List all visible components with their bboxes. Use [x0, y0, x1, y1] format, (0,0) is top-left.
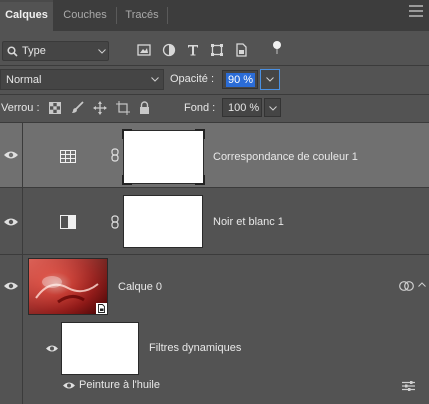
smart-filter-mask-thumbnail[interactable]	[61, 322, 139, 375]
opacity-label: Opacité :	[170, 73, 215, 85]
eye-visibility-icon[interactable]	[3, 217, 19, 227]
tab-separator	[167, 7, 168, 24]
filter-pixel-layer-icon[interactable]	[137, 43, 151, 57]
lock-position-move-icon[interactable]	[93, 101, 107, 115]
lock-artboard-icon[interactable]	[116, 101, 130, 115]
layer-filter-select[interactable]: Type	[2, 41, 109, 61]
chevron-down-icon	[151, 77, 159, 82]
smart-filters-indicator-icon[interactable]	[399, 280, 415, 292]
tab-calques[interactable]: Calques	[0, 0, 53, 31]
black-white-adjustment-icon	[60, 215, 76, 229]
layer-row-calque-0[interactable]: Calque 0 Filtres dynamiques Peinture à l…	[0, 255, 429, 404]
divider	[0, 65, 429, 66]
eye-visibility-icon[interactable]	[45, 344, 61, 354]
eye-visibility-icon[interactable]	[3, 150, 19, 160]
fill-input[interactable]: 100 %	[222, 98, 262, 117]
layer-name[interactable]: Calque 0	[118, 281, 162, 293]
filter-adjustment-layer-icon[interactable]	[162, 43, 176, 57]
tab-couches[interactable]: Couches	[54, 0, 116, 31]
layer-mask-thumbnail[interactable]	[122, 129, 205, 185]
opacity-dropdown-button[interactable]	[260, 69, 280, 90]
fill-label: Fond :	[184, 102, 216, 114]
color-lookup-grid-icon	[60, 150, 76, 163]
divider	[0, 94, 429, 95]
opacity-value: 90 %	[226, 73, 256, 87]
eye-visibility-icon[interactable]	[62, 381, 78, 391]
smart-filters-label[interactable]: Filtres dynamiques	[149, 342, 241, 354]
filter-shape-layer-icon[interactable]	[210, 43, 224, 57]
filter-smart-object-icon[interactable]	[234, 43, 248, 57]
blend-mode-value: Normal	[6, 74, 42, 86]
layer-name[interactable]: Correspondance de couleur 1	[213, 151, 358, 163]
panel-tab-bar: Calques Couches Tracés	[0, 0, 429, 31]
chevron-up-icon[interactable]	[418, 282, 426, 287]
blend-mode-select[interactable]: Normal	[0, 69, 164, 90]
lock-label: Verrou :	[1, 102, 40, 114]
layer-row-color-lookup[interactable]: Correspondance de couleur 1	[0, 123, 429, 187]
smart-filter-item-name[interactable]: Peinture à l'huile	[79, 379, 160, 391]
chevron-down-icon	[98, 49, 106, 54]
eye-visibility-icon[interactable]	[3, 281, 19, 291]
opacity-input[interactable]: 90 %	[222, 70, 258, 89]
filter-blending-options-icon[interactable]	[402, 381, 415, 391]
fill-dropdown-button[interactable]	[264, 98, 281, 117]
layer-visibility-cell	[0, 255, 23, 404]
panel-menu-icon[interactable]	[409, 5, 423, 17]
tab-traces[interactable]: Tracés	[117, 0, 167, 31]
layer-row-black-white[interactable]: Noir et blanc 1	[0, 188, 429, 254]
layer-name[interactable]: Noir et blanc 1	[213, 216, 284, 228]
filter-type-layer-icon[interactable]	[186, 43, 200, 57]
chevron-down-icon	[266, 77, 274, 82]
filter-value: Type	[22, 45, 46, 57]
layer-mask-thumbnail[interactable]	[123, 195, 203, 248]
filter-toggle-switch-icon[interactable]	[270, 40, 284, 54]
lock-transparent-pixels-icon[interactable]	[49, 102, 61, 114]
chain-link-icon[interactable]	[111, 148, 119, 162]
fill-value: 100 %	[228, 102, 260, 114]
lock-image-pixels-brush-icon[interactable]	[71, 101, 84, 114]
chevron-down-icon	[269, 106, 277, 111]
chain-link-icon[interactable]	[111, 215, 119, 229]
search-icon	[7, 46, 18, 57]
smart-object-badge-icon	[96, 303, 107, 314]
lock-all-padlock-icon[interactable]	[139, 101, 150, 114]
